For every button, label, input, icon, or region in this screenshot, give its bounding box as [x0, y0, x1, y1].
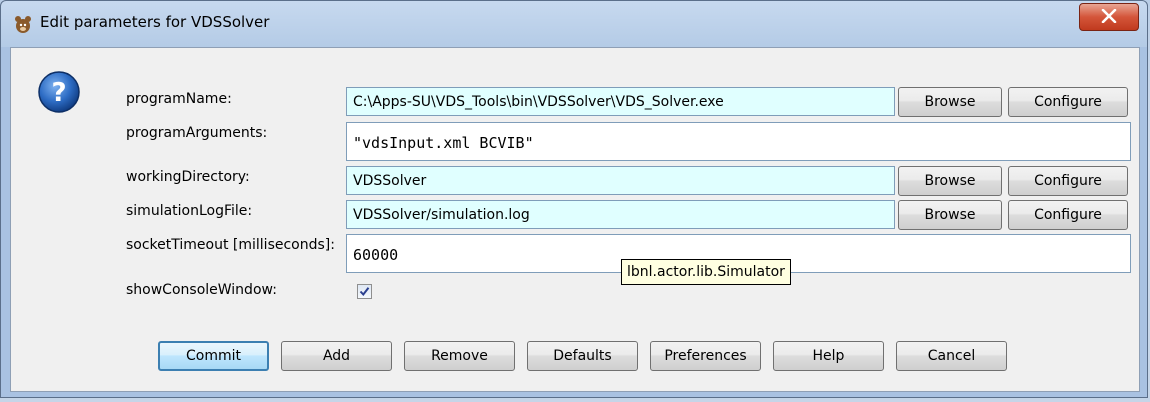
- defaults-button[interactable]: Defaults: [527, 341, 638, 371]
- commit-button-label: Commit: [186, 348, 241, 364]
- close-x-icon: [1101, 8, 1117, 26]
- label-socket-timeout: socketTimeout [milliseconds]:: [126, 237, 335, 253]
- remove-button[interactable]: Remove: [404, 341, 515, 371]
- defaults-button-label: Defaults: [553, 348, 612, 364]
- browse-button-label: Browse: [924, 173, 976, 189]
- program-arguments-field[interactable]: "vdsInput.xml BCVIB": [346, 122, 1131, 161]
- checkmark-icon: [359, 284, 370, 300]
- bear-icon: [13, 15, 33, 35]
- configure-button-working-directory[interactable]: Configure: [1008, 166, 1128, 196]
- label-program-name: programName:: [126, 91, 232, 107]
- configure-button-label: Configure: [1034, 207, 1102, 223]
- browse-button-program-name[interactable]: Browse: [898, 87, 1002, 117]
- svg-text:?: ?: [51, 78, 66, 108]
- cancel-button[interactable]: Cancel: [896, 341, 1007, 371]
- remove-button-label: Remove: [431, 348, 488, 364]
- cancel-button-label: Cancel: [927, 348, 976, 364]
- program-name-field[interactable]: C:\Apps-SU\VDS_Tools\bin\VDSSolver\VDS_S…: [346, 87, 895, 116]
- label-simulation-log-file: simulationLogFile:: [126, 203, 253, 219]
- close-button[interactable]: [1079, 3, 1139, 31]
- browse-button-label: Browse: [924, 207, 976, 223]
- help-button-label: Help: [812, 348, 845, 364]
- add-button[interactable]: Add: [281, 341, 392, 371]
- browse-button-label: Browse: [924, 94, 976, 110]
- title-bar[interactable]: Edit parameters for VDSSolver: [1, 1, 1147, 47]
- preferences-button[interactable]: Preferences: [650, 341, 761, 371]
- help-button[interactable]: Help: [773, 341, 884, 371]
- dialog-window: Edit parameters for VDSSolver: [0, 0, 1148, 398]
- browse-button-simulation-log-file[interactable]: Browse: [898, 200, 1002, 230]
- label-show-console-window: showConsoleWindow:: [126, 282, 277, 298]
- label-program-arguments: programArguments:: [126, 125, 268, 141]
- tooltip: lbnl.actor.lib.Simulator: [621, 259, 791, 285]
- question-mark-icon: ?: [37, 70, 81, 114]
- preferences-button-label: Preferences: [664, 348, 747, 364]
- working-directory-field[interactable]: VDSSolver: [346, 166, 895, 195]
- label-working-directory: workingDirectory:: [126, 169, 250, 185]
- configure-button-label: Configure: [1034, 94, 1102, 110]
- add-button-label: Add: [322, 348, 351, 364]
- show-console-window-checkbox[interactable]: [357, 284, 372, 299]
- browse-button-working-directory[interactable]: Browse: [898, 166, 1002, 196]
- tooltip-text: lbnl.actor.lib.Simulator: [627, 264, 785, 280]
- simulation-log-file-field[interactable]: VDSSolver/simulation.log: [346, 200, 895, 229]
- configure-button-label: Configure: [1034, 173, 1102, 189]
- commit-button[interactable]: Commit: [158, 341, 269, 371]
- window-title: Edit parameters for VDSSolver: [40, 13, 270, 31]
- configure-button-simulation-log-file[interactable]: Configure: [1008, 200, 1128, 230]
- configure-button-program-name[interactable]: Configure: [1008, 87, 1128, 117]
